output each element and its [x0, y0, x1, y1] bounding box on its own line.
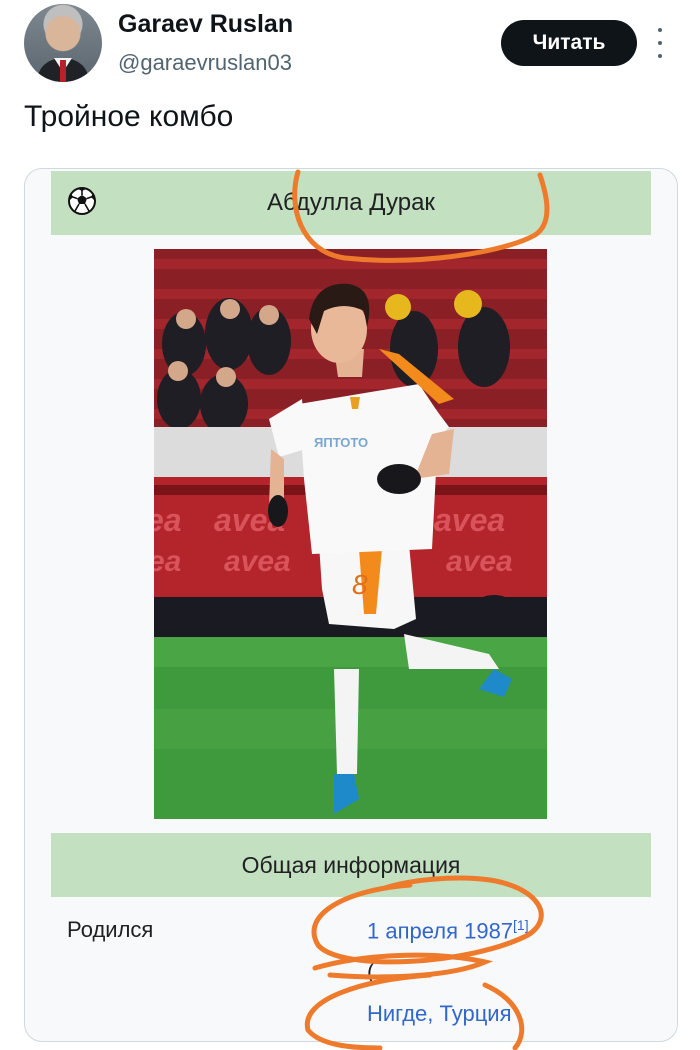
svg-text:ea: ea [154, 502, 182, 538]
wiki-infobox: Абдулла Дурак a avea avea a avea avea 8 … [51, 169, 651, 1041]
follow-button[interactable]: Читать [501, 20, 637, 66]
svg-text:ea: ea [154, 545, 181, 578]
shirt-number: 8 [352, 569, 368, 600]
born-place-city[interactable]: Нигде, [367, 1001, 440, 1026]
infobox-header: Абдулла Дурак [51, 171, 651, 235]
svg-text:avea: avea [446, 545, 513, 578]
tweet-text: Тройное комбо [24, 100, 234, 133]
section-header: Общая информация [51, 833, 651, 897]
born-date-ref[interactable]: [1] [513, 917, 529, 933]
player-photo[interactable]: ea avea avea ea avea avea 8 [154, 249, 547, 819]
born-label: Родился [67, 917, 154, 942]
tweet-media-card[interactable]: Абдулла Дурак a avea avea a avea avea 8 … [24, 168, 678, 1042]
age-text: ( [367, 959, 375, 984]
infobox-title: Абдулла Дурак [267, 189, 435, 216]
born-place: Нигде, Турция [367, 1001, 512, 1027]
svg-text:avea: avea [224, 545, 291, 578]
football-icon [68, 187, 96, 215]
more-options-icon[interactable] [655, 28, 665, 58]
author-name[interactable]: Garaev Ruslan [118, 10, 293, 39]
avatar-tie [60, 60, 66, 82]
svg-text:avea: avea [434, 502, 505, 538]
author-handle[interactable]: @garaevruslan03 [118, 50, 292, 76]
born-place-country[interactable]: Турция [440, 1001, 512, 1026]
svg-text:ЯПТОТО: ЯПТОТО [314, 435, 368, 450]
born-date-link[interactable]: 1 апреля 1987[1] [367, 917, 529, 944]
avatar[interactable] [24, 4, 102, 82]
born-date[interactable]: 1 апреля 1987 [367, 918, 513, 943]
